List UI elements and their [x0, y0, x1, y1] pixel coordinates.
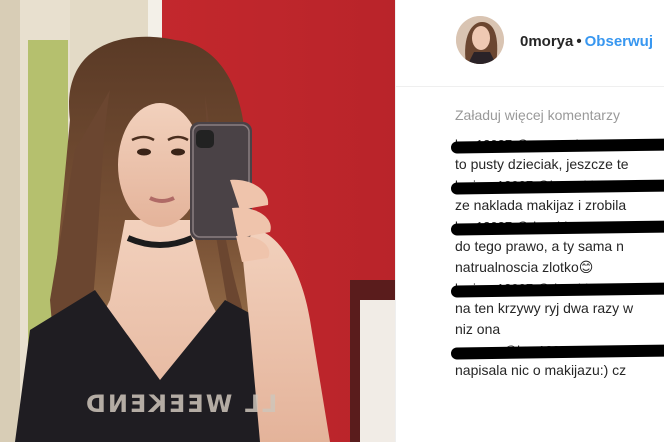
separator-dot: •	[576, 33, 582, 50]
username-link[interactable]: 0morya	[520, 33, 573, 50]
comment-text: na ten krzywy ryj dwa razy w niz ona	[455, 300, 634, 337]
comment-username[interactable]: kr...12037 @d...s.bl	[450, 218, 664, 236]
comment-username[interactable]: krainez12037 @d...s.bl	[450, 280, 664, 298]
post-photo[interactable]: LL WEEKEND	[0, 0, 395, 442]
comment-username[interactable]: kr...12037 @y...s.zach	[450, 136, 664, 154]
comment-text: to pusty dzieciak, jeszcze te	[455, 156, 629, 172]
redaction-bar	[450, 220, 664, 236]
redaction-bar	[450, 344, 664, 360]
comment: kr...12037 @y...s.zach to pusty dzieciak…	[450, 136, 664, 175]
redaction-bar	[450, 138, 664, 154]
load-more-comments-link[interactable]: Załaduj więcej komentarzy	[455, 106, 664, 124]
comment: krainez12037 @d...s.bl na ten krzywy ryj…	[450, 280, 664, 340]
avatar-image	[456, 16, 504, 64]
post-sidebar: 0morya • Obserwuj Załaduj więcej komentarz…	[395, 0, 664, 442]
post-author: 0morya • Obserwuj	[520, 33, 653, 50]
redaction-bar	[450, 282, 664, 298]
follow-button[interactable]: Obserwuj	[585, 33, 653, 50]
comment-text: napisala nic o makijazu:) cz	[455, 362, 627, 378]
avatar[interactable]	[456, 16, 504, 64]
comment-text: ze naklada makijaz i zrobila	[455, 197, 627, 213]
comment: krainez12037 @ly...m.bl ze naklada makij…	[450, 177, 664, 216]
comment: m...y...a @kr...12037 napisala nic o mak…	[450, 342, 664, 381]
comment: kr...12037 @d...s.bl do tego prawo, a ty…	[450, 218, 664, 278]
post-header: 0morya • Obserwuj	[396, 0, 664, 87]
redaction-bar	[450, 179, 664, 195]
comment-text: do tego prawo, a ty sama n natrualnoscia…	[455, 238, 624, 275]
comment-username[interactable]: m...y...a @kr...12037	[450, 342, 664, 360]
comment-username[interactable]: krainez12037 @ly...m.bl	[450, 177, 664, 195]
comments-list: Załaduj więcej komentarzy kr...12037 @y.…	[450, 106, 664, 383]
shirt-print: LL WEEKEND	[84, 390, 278, 418]
selfie-image	[0, 0, 395, 442]
